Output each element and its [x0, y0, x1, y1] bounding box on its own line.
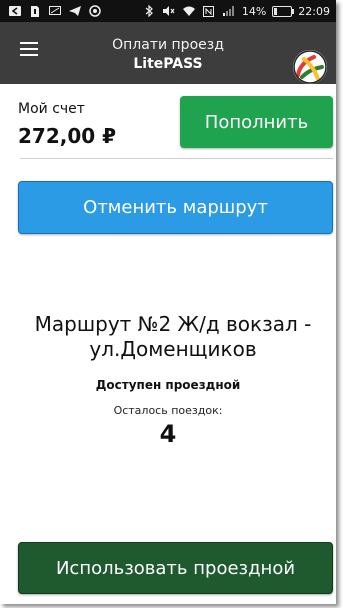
nfc-icon — [202, 4, 216, 18]
divider — [20, 158, 333, 159]
app-bar: Оплати проезд LitePASS — [0, 22, 336, 84]
battery-percent: 14% — [241, 4, 267, 18]
app-screen: 14% 22:09 Оплати проезд LitePASS Мой сче… — [0, 0, 336, 604]
route-name: Маршрут №2 Ж/д вокзал - ул.Доменщиков — [34, 312, 312, 361]
sim-icon — [28, 4, 42, 18]
app-title: Оплати проезд — [112, 37, 224, 53]
chrome-icon — [88, 4, 102, 18]
bluetooth-icon — [142, 4, 156, 18]
clock: 22:09 — [298, 4, 330, 18]
wifi-icon — [182, 4, 196, 18]
account-label: Мой счет — [18, 101, 85, 117]
signal-icon — [222, 4, 236, 18]
status-bar-left — [0, 4, 102, 18]
telegram-icon — [68, 4, 82, 18]
cancel-route-button[interactable]: Отменить маршрут — [18, 181, 333, 234]
battery-icon — [272, 5, 295, 17]
account-balance: 272,00 ₽ — [18, 124, 117, 148]
app-logo-icon — [292, 49, 328, 85]
trips-left-label: Осталось поездок: — [113, 404, 223, 417]
use-pass-button[interactable]: Использовать проездной — [18, 542, 333, 594]
mute-icon — [162, 4, 176, 18]
status-bar: 14% 22:09 — [0, 0, 336, 22]
back-icon — [8, 4, 22, 18]
app-subtitle: LitePASS — [133, 56, 203, 72]
trips-left-count: 4 — [159, 420, 177, 448]
menu-icon[interactable] — [20, 42, 38, 56]
pass-status: Доступен проездной — [95, 378, 241, 392]
sms-icon — [48, 4, 62, 18]
topup-button[interactable]: Пополнить — [180, 96, 333, 148]
status-bar-right: 14% 22:09 — [142, 4, 336, 18]
